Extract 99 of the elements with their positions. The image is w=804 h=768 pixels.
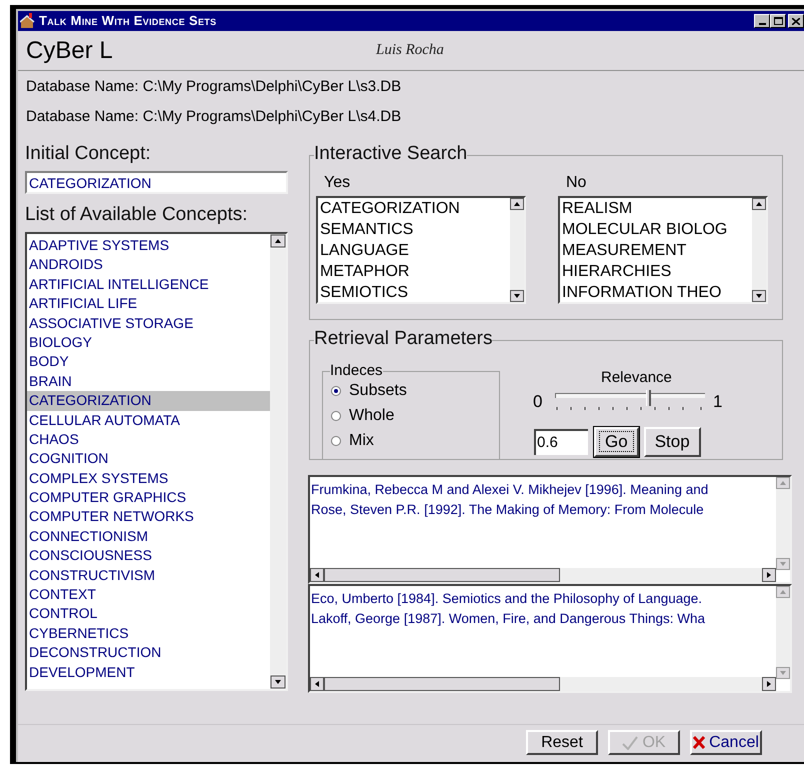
list-item[interactable]: COMPUTER NETWORKS bbox=[27, 507, 270, 527]
list-item[interactable]: DEVELOPMENT bbox=[27, 662, 270, 682]
list-item[interactable]: CATEGORIZATION bbox=[318, 198, 510, 219]
scrollbar[interactable] bbox=[510, 198, 524, 302]
go-button[interactable]: Go bbox=[594, 426, 639, 456]
list-label: List of Available Concepts: bbox=[25, 204, 249, 226]
scrollbar[interactable] bbox=[776, 477, 790, 570]
list-label: No bbox=[566, 174, 588, 192]
horizontal-scrollbar[interactable] bbox=[310, 568, 776, 582]
list-item[interactable]: CONTROL bbox=[27, 604, 270, 624]
app-name: CyBer L bbox=[26, 36, 114, 66]
reset-button[interactable]: Reset bbox=[526, 730, 598, 755]
scroll-thumb[interactable] bbox=[324, 568, 560, 582]
scroll-up-icon bbox=[776, 477, 790, 489]
window-title: Talk Mine With Evidence Sets bbox=[39, 12, 216, 30]
list-item[interactable]: ARTIFICIAL INTELLIGENCE bbox=[27, 274, 270, 294]
list-item[interactable]: INFORMATION THEO bbox=[560, 282, 752, 302]
reference-line: Eco, Umberto [1984]. Semiotics and the Philosophy of Language. bbox=[311, 590, 702, 608]
list-item[interactable]: BRAIN bbox=[27, 372, 270, 392]
scrollbar[interactable] bbox=[776, 586, 790, 679]
list-item[interactable]: ASSOCIATIVE STORAGE bbox=[27, 314, 270, 333]
yes-list[interactable]: CATEGORIZATION SEMANTICS LANGUAGE METAPHOR SEMIOTICS bbox=[316, 196, 526, 304]
list-item[interactable]: CATEGORIZATION bbox=[27, 391, 270, 411]
maximize-icon bbox=[774, 17, 782, 25]
reference-line: Frumkina, Rebecca M and Alexei V. Mikhejev [1996]. Meaning and bbox=[311, 481, 708, 499]
horizontal-scrollbar[interactable] bbox=[310, 677, 776, 691]
author-name: Luis Rocha bbox=[376, 41, 444, 60]
list-item[interactable]: METAPHOR bbox=[318, 261, 510, 282]
concept-list[interactable] bbox=[25, 232, 288, 691]
minimize-button[interactable] bbox=[754, 14, 770, 28]
list-item[interactable]: LANGUAGE bbox=[318, 240, 510, 261]
scroll-up-icon bbox=[752, 198, 766, 210]
list-item[interactable]: SEMIOTICS bbox=[318, 282, 510, 302]
radio-button[interactable] bbox=[331, 386, 341, 396]
list-item[interactable]: CYBERNETICS bbox=[27, 624, 270, 644]
radio-button[interactable] bbox=[331, 436, 341, 446]
house-icon bbox=[20, 13, 36, 29]
list-item[interactable]: COGNITION bbox=[27, 449, 270, 469]
close-icon bbox=[792, 18, 800, 24]
results-box[interactable]: Frumkina, Rebecca M and Alexei V. Mikhejev [1996]. Meaning and Rose, Steven P.R. [1992]. The Making of Memory: From Molecule bbox=[308, 475, 792, 584]
scroll-left-icon bbox=[310, 568, 324, 582]
list-item[interactable]: SEMANTICS bbox=[318, 219, 510, 240]
list-item[interactable]: CONNECTIONISM bbox=[27, 526, 270, 546]
stop-button[interactable]: Stop bbox=[644, 426, 701, 456]
scroll-left-icon bbox=[310, 677, 324, 691]
radio-label: Whole bbox=[349, 406, 394, 426]
slider-max: 1 bbox=[713, 391, 722, 413]
list-item[interactable]: MEASUREMENT bbox=[560, 240, 752, 261]
list-item[interactable]: ANDROIDS bbox=[27, 255, 270, 275]
radio-label: Subsets bbox=[349, 380, 407, 400]
radio-button[interactable] bbox=[331, 410, 341, 420]
x-icon bbox=[693, 736, 706, 749]
close-button[interactable] bbox=[788, 14, 804, 28]
scroll-down-icon bbox=[752, 290, 766, 302]
scroll-right-icon bbox=[762, 677, 776, 691]
list-item[interactable]: COMPUTER GRAPHICS bbox=[27, 488, 270, 508]
field-label: Initial Concept: bbox=[25, 143, 152, 165]
list-label: Yes bbox=[324, 174, 352, 192]
cancel-button[interactable]: Cancel bbox=[690, 730, 762, 755]
list-item[interactable]: ADAPTIVE SYSTEMS bbox=[27, 236, 270, 256]
no-list[interactable]: REALISM MOLECULAR BIOLOG MEASUREMENT HIERARCHIES INFORMATION THEO bbox=[558, 196, 768, 304]
scroll-up-icon bbox=[270, 234, 286, 248]
maximize-button[interactable] bbox=[770, 14, 786, 28]
list-item[interactable]: BODY bbox=[27, 352, 270, 372]
list-item[interactable]: COMPLEX SYSTEMS bbox=[27, 468, 270, 488]
scroll-down-icon bbox=[510, 290, 524, 302]
scroll-down-icon bbox=[776, 558, 790, 570]
list-item[interactable]: DECONSTRUCTION bbox=[27, 643, 270, 663]
list-item[interactable]: CONSCIOUSNESS bbox=[27, 546, 270, 566]
scrollbar[interactable] bbox=[752, 198, 766, 302]
list-item[interactable]: ARTIFICIAL LIFE bbox=[27, 294, 270, 314]
relevance-field[interactable]: 0.6 bbox=[534, 428, 588, 454]
slider-label: Relevance bbox=[601, 369, 673, 387]
scrollbar[interactable] bbox=[270, 234, 286, 689]
results-box[interactable]: Eco, Umberto [1984]. Semiotics and the Philosophy of Language. Lakoff, George [1987]. Women, Fire, and Dangerous Things: Wha bbox=[308, 584, 792, 693]
reference-line: Rose, Steven P.R. [1992]. The Making of Memory: From Molecule bbox=[311, 500, 704, 519]
scroll-down-icon bbox=[270, 675, 286, 689]
list-item[interactable]: HIERARCHIES bbox=[560, 261, 752, 282]
radio-label: Mix bbox=[349, 430, 374, 450]
scroll-up-icon bbox=[510, 198, 524, 210]
list-item[interactable]: CONSTRUCTIVISM bbox=[27, 566, 270, 586]
checkmark-icon bbox=[622, 736, 638, 750]
database-path: Database Name: C:\My Programs\Delphi\CyBer L\s4.DB bbox=[26, 107, 402, 127]
scroll-down-icon bbox=[776, 667, 790, 679]
list-item[interactable]: REALISM bbox=[560, 198, 752, 219]
list-item[interactable]: CHAOS bbox=[27, 430, 270, 450]
list-item[interactable]: CELLULAR AUTOMATA bbox=[27, 410, 270, 430]
slider-thumb[interactable] bbox=[646, 390, 652, 406]
database-path: Database Name: C:\My Programs\Delphi\CyBer L\s3.DB bbox=[26, 77, 402, 97]
list-item[interactable]: MOLECULAR BIOLOG bbox=[560, 219, 752, 240]
slider-min: 0 bbox=[533, 391, 544, 413]
reference-line: Lakoff, George [1987]. Women, Fire, and Dangerous Things: Wha bbox=[311, 610, 705, 628]
scroll-thumb[interactable] bbox=[324, 677, 560, 691]
list-item[interactable]: BIOLOGY bbox=[27, 332, 270, 352]
scroll-right-icon bbox=[762, 568, 776, 582]
minimize-icon bbox=[758, 23, 766, 25]
list-item[interactable]: CONTEXT bbox=[27, 585, 270, 604]
initial-concept-field[interactable]: CATEGORIZATION bbox=[25, 171, 288, 194]
scroll-up-icon bbox=[776, 586, 790, 598]
